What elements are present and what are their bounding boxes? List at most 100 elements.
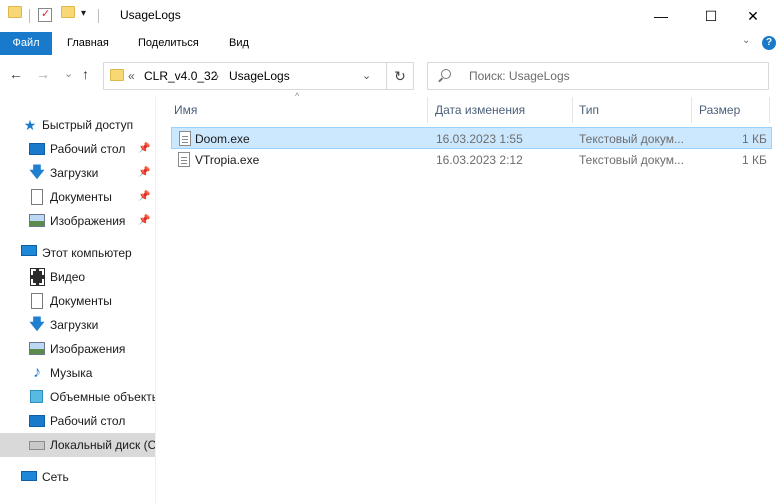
sidebar-item-documents[interactable]: Документы 📌 bbox=[0, 185, 156, 209]
navigation-bar: ← → ⌄ ↑ « CLR_v4.0_32 › UsageLogs ⌄ ↻ По… bbox=[0, 55, 776, 97]
refresh-button[interactable]: ↻ bbox=[386, 62, 414, 90]
breadcrumb-segment[interactable]: UsageLogs bbox=[229, 69, 290, 83]
folder-icon bbox=[110, 69, 124, 81]
sidebar-item-this-pc[interactable]: Этот компьютер bbox=[0, 241, 156, 265]
sidebar-item-desktop[interactable]: Рабочий стол 📌 bbox=[0, 137, 156, 161]
sidebar-item-label: Быстрый доступ bbox=[42, 118, 134, 132]
sidebar-item-label: Документы bbox=[50, 294, 112, 308]
sidebar-item-label: Рабочий стол bbox=[50, 142, 126, 156]
sidebar-item-label: Объемные объекты bbox=[50, 390, 156, 404]
pin-icon: 📌 bbox=[138, 167, 151, 178]
help-icon[interactable]: ? bbox=[762, 36, 776, 50]
sidebar-item-quick-access[interactable]: ★ Быстрый доступ bbox=[0, 113, 156, 137]
toolbar-divider bbox=[98, 9, 99, 23]
column-header-type[interactable]: Тип bbox=[579, 97, 599, 123]
sidebar-item-label: Документы bbox=[50, 190, 112, 204]
sidebar-item-music[interactable]: ♪ Музыка bbox=[0, 361, 156, 385]
tab-share[interactable]: Поделиться bbox=[126, 32, 211, 55]
sidebar-item-videos[interactable]: Видео bbox=[0, 265, 156, 289]
address-bar[interactable]: « CLR_v4.0_32 › UsageLogs ⌄ bbox=[103, 62, 387, 90]
sidebar-item-pictures[interactable]: Изображения bbox=[0, 337, 156, 361]
sidebar-item-downloads[interactable]: 🡇 Загрузки 📌 bbox=[0, 161, 156, 185]
file-type: Текстовый докум... bbox=[579, 153, 684, 167]
pin-icon: 📌 bbox=[138, 191, 151, 202]
navigation-pane[interactable]: ★ Быстрый доступ Рабочий стол 📌 🡇 Загруз… bbox=[0, 97, 156, 503]
file-row[interactable]: Doom.exe 16.03.2023 1:55 Текстовый докум… bbox=[171, 127, 772, 149]
up-button[interactable]: ↑ bbox=[82, 66, 89, 82]
tab-home[interactable]: Главная bbox=[55, 32, 121, 55]
tab-view[interactable]: Вид bbox=[217, 32, 261, 55]
star-icon: ★ bbox=[23, 117, 37, 133]
pictures-icon bbox=[29, 214, 45, 227]
breadcrumb-separator-icon[interactable]: › bbox=[215, 69, 219, 83]
sidebar-item-label: Локальный диск (C bbox=[50, 438, 156, 452]
search-box[interactable]: Поиск: UsageLogs bbox=[427, 62, 769, 90]
sidebar-item-label: Музыка bbox=[50, 366, 93, 380]
pin-icon: 📌 bbox=[138, 143, 151, 154]
close-button[interactable]: ✕ bbox=[730, 0, 776, 32]
file-name: Doom.exe bbox=[195, 132, 250, 146]
sidebar-item-documents[interactable]: Документы bbox=[0, 289, 156, 313]
folder-icon bbox=[8, 6, 22, 18]
maximize-button[interactable]: ☐ bbox=[688, 0, 734, 32]
text-file-icon bbox=[178, 152, 190, 167]
file-size: 1 КБ bbox=[742, 153, 767, 167]
network-icon bbox=[21, 471, 37, 481]
refresh-icon: ↻ bbox=[394, 67, 406, 84]
forward-button[interactable]: → bbox=[36, 66, 50, 82]
sidebar-item-label: Изображения bbox=[50, 342, 126, 356]
new-folder-icon[interactable] bbox=[61, 6, 75, 18]
documents-icon bbox=[31, 293, 43, 309]
recent-locations-button[interactable]: ⌄ bbox=[64, 67, 73, 80]
minimize-button[interactable]: — bbox=[638, 0, 684, 32]
desktop-icon bbox=[29, 143, 45, 155]
pictures-icon bbox=[29, 342, 45, 355]
breadcrumb-segment[interactable]: CLR_v4.0_32 bbox=[144, 69, 217, 83]
sidebar-item-network[interactable]: Сеть bbox=[0, 465, 156, 489]
sort-ascending-icon: ^ bbox=[295, 91, 300, 101]
file-name: VTropia.exe bbox=[195, 153, 260, 167]
properties-icon[interactable]: ✓ bbox=[38, 8, 52, 22]
pin-icon: 📌 bbox=[138, 215, 151, 226]
sidebar-item-downloads[interactable]: 🡇 Загрузки bbox=[0, 313, 156, 337]
title-bar: ✓ ▾ UsageLogs — ☐ ✕ bbox=[0, 0, 776, 32]
address-dropdown-icon[interactable]: ⌄ bbox=[362, 69, 371, 82]
column-header-size[interactable]: Размер bbox=[699, 97, 740, 123]
column-divider[interactable] bbox=[427, 97, 428, 123]
sidebar-item-label: Загрузки bbox=[50, 318, 99, 332]
text-file-icon bbox=[179, 131, 191, 146]
column-header-name[interactable]: Имя bbox=[174, 97, 197, 123]
file-type: Текстовый докум... bbox=[579, 132, 684, 146]
quick-access-dropdown-icon[interactable]: ▾ bbox=[81, 8, 86, 19]
file-list[interactable]: ^ Имя Дата изменения Тип Размер Doom.exe… bbox=[167, 91, 776, 503]
pane-divider[interactable] bbox=[155, 97, 156, 503]
tab-file[interactable]: Файл bbox=[0, 32, 52, 55]
ribbon-tabs: Файл Главная Поделиться Вид ⌄ ? bbox=[0, 32, 776, 55]
videos-icon bbox=[30, 268, 45, 286]
column-divider[interactable] bbox=[572, 97, 573, 123]
music-icon: ♪ bbox=[33, 364, 41, 381]
sidebar-item-pictures[interactable]: Изображения 📌 bbox=[0, 209, 156, 233]
search-input[interactable]: Поиск: UsageLogs bbox=[469, 69, 570, 83]
column-header-date[interactable]: Дата изменения bbox=[435, 97, 525, 123]
file-size: 1 КБ bbox=[742, 132, 767, 146]
sidebar-item-label: Изображения bbox=[50, 214, 126, 228]
toolbar-divider bbox=[29, 9, 30, 23]
sidebar-item-desktop[interactable]: Рабочий стол bbox=[0, 409, 156, 433]
this-pc-icon bbox=[21, 245, 37, 256]
documents-icon bbox=[31, 189, 43, 205]
desktop-icon bbox=[29, 415, 45, 427]
file-row[interactable]: VTropia.exe 16.03.2023 2:12 Текстовый до… bbox=[171, 149, 772, 171]
search-icon bbox=[441, 69, 451, 79]
address-overflow[interactable]: « bbox=[128, 69, 135, 83]
sidebar-item-label: Видео bbox=[50, 270, 86, 284]
back-button[interactable]: ← bbox=[9, 66, 23, 82]
sidebar-item-local-disk[interactable]: Локальный диск (C bbox=[0, 433, 156, 457]
sidebar-item-3d-objects[interactable]: Объемные объекты bbox=[0, 385, 156, 409]
column-divider[interactable] bbox=[769, 97, 770, 123]
column-divider[interactable] bbox=[691, 97, 692, 123]
sidebar-item-label: Рабочий стол bbox=[50, 414, 126, 428]
ribbon-collapse-icon[interactable]: ⌄ bbox=[742, 35, 750, 46]
file-date: 16.03.2023 2:12 bbox=[436, 153, 523, 167]
downloads-icon: 🡇 bbox=[29, 316, 45, 333]
